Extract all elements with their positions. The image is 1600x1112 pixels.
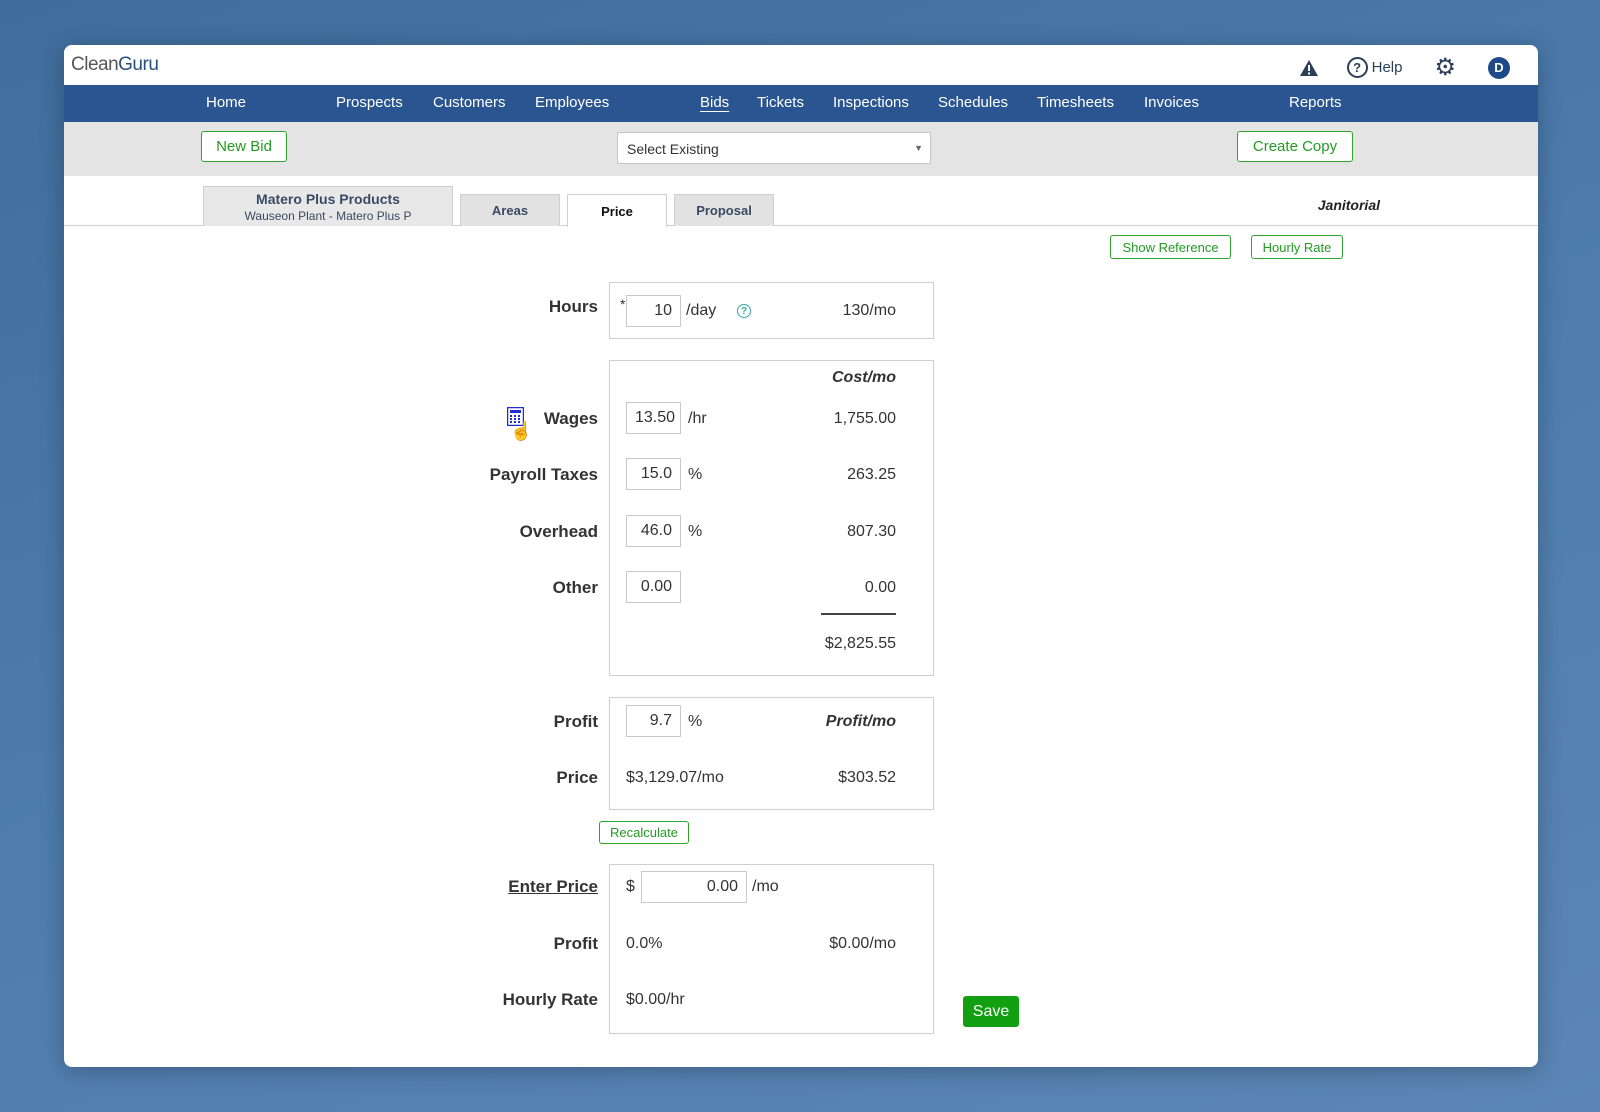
wages-label: Wages [543, 409, 598, 428]
nav-reports[interactable]: Reports [1289, 94, 1342, 111]
nav-bids[interactable]: Bids [700, 94, 729, 111]
tab-proposal[interactable]: Proposal [674, 194, 774, 226]
logo-text-guru: Guru [118, 54, 159, 75]
bid-toolbar: New Bid Select Existing ▼ Create Copy [64, 122, 1538, 176]
other-input[interactable]: 0.00 [626, 571, 681, 603]
wages-unit: /hr [688, 410, 707, 427]
payroll-taxes-input[interactable]: 15.0 [626, 458, 681, 490]
profit-label: Profit [553, 712, 598, 731]
hours-label: Hours [548, 297, 598, 316]
customer-location: Wauseon Plant - Matero Plus P [244, 209, 412, 223]
nav-prospects[interactable]: Prospects [336, 94, 403, 111]
customer-name: Matero Plus Products [256, 191, 400, 207]
nav-invoices[interactable]: Invoices [1144, 94, 1199, 111]
overhead-input[interactable]: 46.0 [626, 515, 681, 547]
help-link[interactable]: ? Help [1346, 57, 1403, 78]
tab-areas[interactable]: Areas [460, 194, 560, 226]
wages-input[interactable]: 13.50 [626, 402, 681, 434]
entered-hourly-rate-value: $0.00/hr [626, 991, 685, 1008]
other-label: Other [552, 578, 598, 597]
enter-price-input[interactable]: 0.00 [641, 871, 747, 903]
payroll-taxes-unit: % [688, 466, 703, 483]
profit-header: Profit/mo [825, 713, 896, 730]
customer-tab[interactable]: Matero Plus Products Wauseon Plant - Mat… [203, 186, 453, 226]
wages-monthly: 1,755.00 [833, 410, 896, 427]
currency-symbol: $ [626, 878, 635, 895]
recalculate-button[interactable]: Recalculate [599, 821, 689, 844]
bid-tabs: Matero Plus Products Wauseon Plant - Mat… [64, 176, 1538, 227]
profit-monthly: $303.52 [838, 769, 896, 786]
overhead-unit: % [688, 523, 703, 540]
enter-price-label[interactable]: Enter Price [508, 877, 598, 897]
other-monthly: 0.00 [864, 579, 896, 596]
nav-home[interactable]: Home [206, 94, 246, 111]
entered-hourly-rate-label: Hourly Rate [502, 990, 598, 1009]
hours-per-day-input[interactable]: 10 [626, 295, 681, 327]
select-existing-dropdown[interactable]: Select Existing ▼ [617, 132, 931, 164]
question-icon[interactable]: ? [737, 304, 751, 318]
avatar[interactable]: D [1488, 56, 1510, 79]
hours-unit: /day [686, 302, 717, 319]
chevron-down-icon: ▼ [914, 143, 923, 153]
save-button[interactable]: Save [963, 996, 1019, 1027]
nav-employees[interactable]: Employees [535, 94, 609, 111]
payroll-taxes-monthly: 263.25 [847, 466, 896, 483]
hand-cursor-icon: ☝ [510, 421, 533, 441]
entered-profit-percent: 0.0% [626, 935, 663, 952]
cost-header: Cost/mo [832, 369, 896, 386]
price-value: $3,129.07/mo [626, 769, 724, 786]
nav-inspections[interactable]: Inspections [833, 94, 909, 111]
entered-profit-label: Profit [553, 934, 598, 953]
price-label: Price [556, 768, 598, 787]
app-logo[interactable]: CleanGuru [71, 54, 159, 76]
service-type: Janitorial [1317, 197, 1380, 213]
main-nav: Home Prospects Customers Employees Bids … [64, 85, 1538, 122]
tab-price[interactable]: Price [567, 194, 667, 227]
help-icon: ? [1346, 57, 1368, 78]
hourly-rate-button[interactable]: Hourly Rate [1251, 235, 1343, 259]
entered-profit-monthly: $0.00/mo [829, 935, 896, 952]
new-bid-button[interactable]: New Bid [201, 131, 287, 162]
warning-icon[interactable] [1299, 59, 1319, 77]
cost-total: $2,825.55 [824, 635, 896, 652]
profit-percent-input[interactable]: 9.7 [626, 705, 681, 737]
logo-text-clean: Clean [71, 54, 119, 75]
show-reference-button[interactable]: Show Reference [1110, 235, 1231, 259]
overhead-monthly: 807.30 [847, 523, 896, 540]
app-window: CleanGuru ? Help ⚙ D Home Prospects Cust… [64, 45, 1538, 1067]
profit-unit: % [688, 713, 703, 730]
nav-customers[interactable]: Customers [433, 94, 506, 111]
top-bar: CleanGuru ? Help ⚙ D [64, 45, 1538, 85]
help-label: Help [1371, 59, 1403, 76]
gear-icon[interactable]: ⚙ [1434, 53, 1456, 82]
nav-schedules[interactable]: Schedules [938, 94, 1008, 111]
payroll-taxes-label: Payroll Taxes [489, 465, 598, 484]
enter-price-unit: /mo [752, 878, 779, 895]
nav-tickets[interactable]: Tickets [757, 94, 804, 111]
select-existing-value: Select Existing [627, 141, 719, 157]
nav-timesheets[interactable]: Timesheets [1037, 94, 1114, 111]
overhead-label: Overhead [519, 522, 598, 541]
create-copy-button[interactable]: Create Copy [1237, 131, 1353, 162]
hours-monthly: 130/mo [842, 302, 896, 319]
required-asterisk: * [620, 296, 626, 312]
total-divider [821, 613, 896, 615]
